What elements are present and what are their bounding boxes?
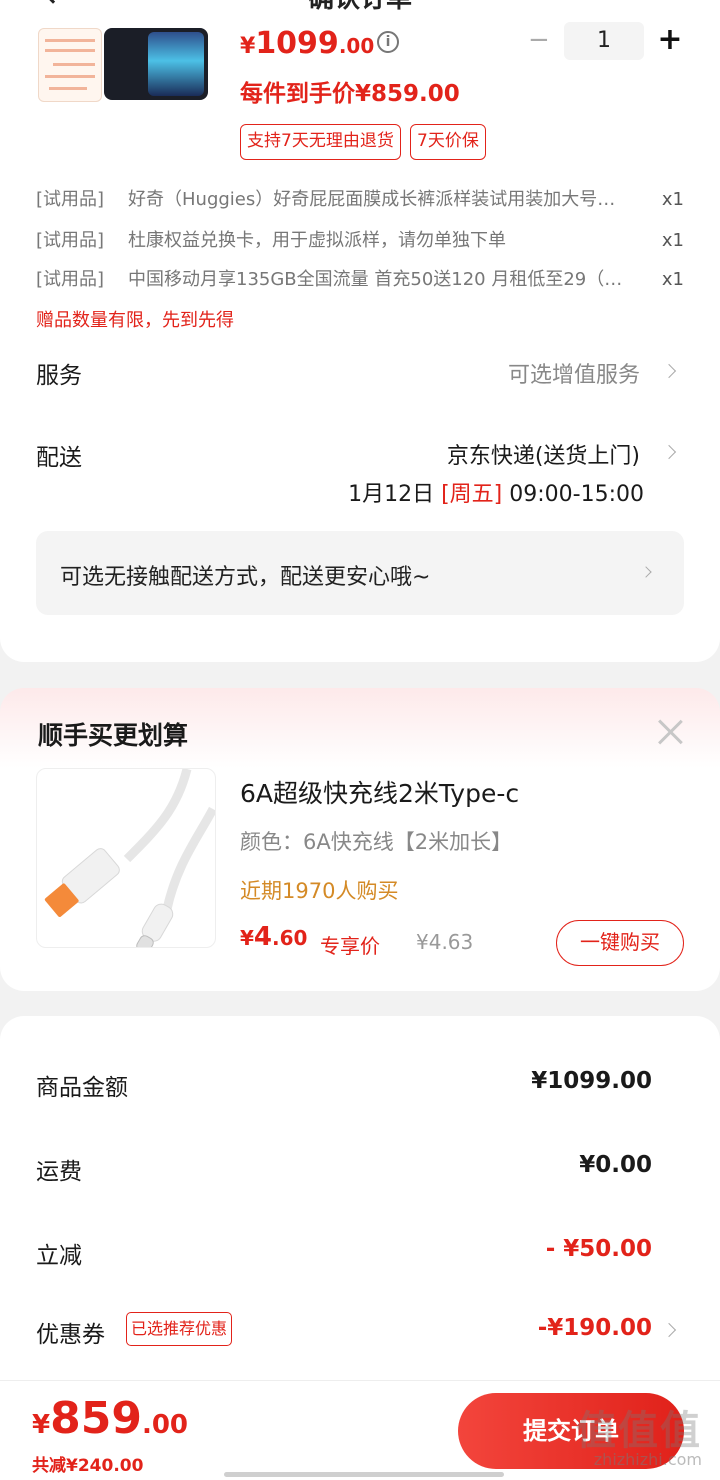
summary-label: 立减 bbox=[36, 1243, 82, 1269]
chevron-right-icon[interactable] bbox=[661, 444, 677, 460]
summary-label: 商品金额 bbox=[36, 1075, 128, 1101]
summary-value: ¥1099.00 bbox=[531, 1068, 652, 1094]
addon-product-spec: 颜色：6A快充线【2米加长】 bbox=[240, 830, 513, 854]
service-value[interactable]: 可选增值服务 bbox=[508, 357, 640, 389]
price-summary-card: 商品金额 ¥1099.00 运费 ¥0.00 立减 - ¥50.00 优惠券 已… bbox=[0, 1016, 720, 1396]
quantity-input[interactable]: 1 bbox=[564, 22, 644, 60]
addon-recommendation-card: 顺手买更划算 6A超级快充线2米Type-c 颜色：6A快充线【2米加长】 近期… bbox=[0, 688, 720, 991]
chevron-right-icon bbox=[640, 566, 652, 578]
contactless-delivery-option[interactable]: 可选无接触配送方式，配送更安心哦~ bbox=[36, 531, 684, 615]
trial-item: [试用品] 好奇（Huggies）好奇屁屁面膜成长裤派样装试用装加大号… x1 bbox=[36, 189, 684, 210]
watermark: 值值值 zhizhizhi.com bbox=[520, 1398, 710, 1478]
summary-value: - ¥50.00 bbox=[545, 1236, 652, 1262]
delivery-method[interactable]: 京东快递(送货上门) bbox=[447, 438, 640, 470]
return-policy-tag: 支持7天无理由退货 bbox=[240, 124, 401, 160]
total-saved: 共减¥240.00 bbox=[32, 1456, 144, 1476]
summary-label: 运费 bbox=[36, 1159, 82, 1185]
addon-title: 顺手买更划算 bbox=[38, 721, 189, 750]
quantity-decrease-button[interactable]: − bbox=[528, 27, 550, 54]
price-protect-tag: 7天价保 bbox=[410, 124, 486, 160]
close-icon[interactable] bbox=[656, 718, 684, 746]
addon-buyer-count: 近期1970人购买 bbox=[240, 879, 399, 903]
total-price: ¥859.00 bbox=[32, 1393, 189, 1444]
arrival-price: 每件到手价¥859.00 bbox=[240, 81, 460, 107]
coupon-recommended-tag: 已选推荐优惠 bbox=[126, 1312, 233, 1346]
watermark-site: zhizhizhi.com bbox=[593, 1450, 702, 1469]
trial-item: [试用品] 中国移动月享135GB全国流量 首充50送120 月租低至29（… … bbox=[36, 269, 684, 290]
watermark-logo: 值值值 bbox=[576, 1408, 702, 1454]
coupon-value[interactable]: -¥190.00 bbox=[538, 1315, 652, 1341]
info-icon[interactable]: i bbox=[377, 31, 399, 53]
exclusive-price-label: 专享价 bbox=[320, 934, 380, 958]
addon-product-name[interactable]: 6A超级快充线2米Type-c bbox=[240, 774, 519, 810]
chevron-right-icon[interactable] bbox=[661, 363, 677, 379]
addon-price: ¥4.60 bbox=[240, 922, 308, 952]
addon-original-price: ¥4.63 bbox=[416, 930, 474, 954]
phone-product-thumbnail[interactable] bbox=[104, 28, 208, 100]
summary-value: ¥0.00 bbox=[579, 1152, 652, 1178]
gift-limit-note: 赠品数量有限，先到先得 bbox=[36, 310, 234, 331]
trial-item: [试用品] 杜康权益兑换卡，用于虚拟派样，请勿单独下单 x1 bbox=[36, 230, 684, 251]
delivery-time[interactable]: 1月12日 [周五] 09:00-15:00 bbox=[348, 476, 644, 508]
gift-package-thumbnail[interactable] bbox=[38, 28, 102, 102]
chevron-right-icon[interactable] bbox=[661, 1322, 677, 1338]
page-title: 确认订单 bbox=[0, 0, 720, 15]
home-indicator[interactable] bbox=[224, 1472, 504, 1477]
top-nav: 确认订单 bbox=[0, 0, 720, 14]
quantity-increase-button[interactable]: + bbox=[656, 25, 684, 56]
service-label: 服务 bbox=[36, 363, 82, 389]
summary-label: 优惠券 bbox=[36, 1322, 105, 1348]
product-price: ¥1099.00 bbox=[240, 26, 375, 61]
delivery-label: 配送 bbox=[36, 445, 82, 471]
one-click-buy-button[interactable]: 一键购买 bbox=[556, 920, 684, 966]
cable-product-image[interactable] bbox=[36, 767, 217, 954]
order-items-card: 确认订单 ¥1099.00 i − 1 + 每件到手价¥859.00 支持7天无… bbox=[0, 0, 720, 662]
